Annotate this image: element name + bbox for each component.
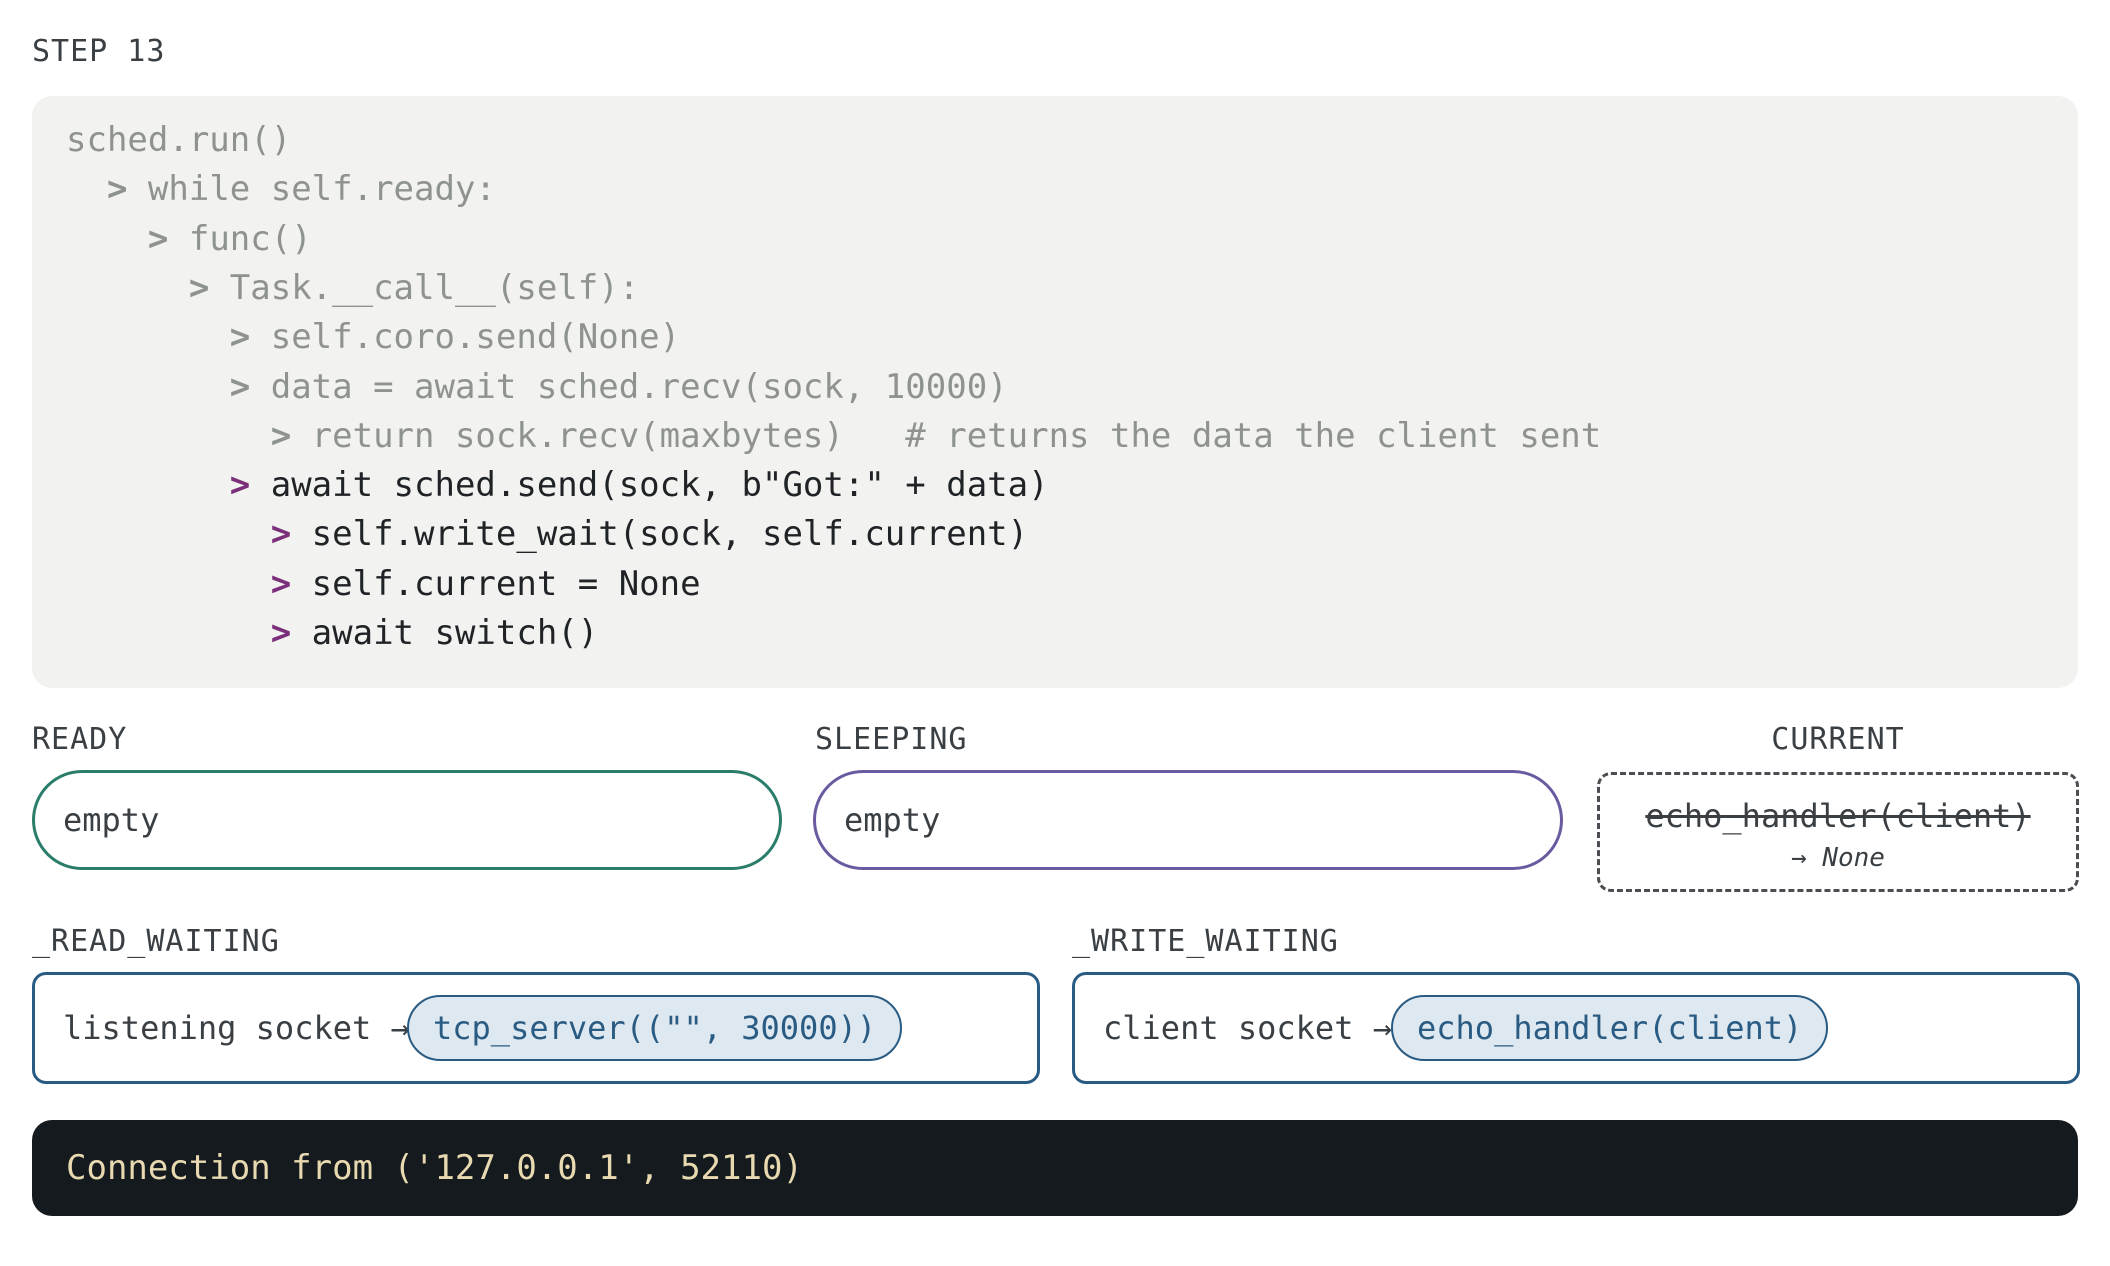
- call-arrow-icon: >: [270, 613, 312, 653]
- code-text: data = await sched.recv(sock, 10000): [270, 366, 1008, 407]
- sleeping-label: SLEEPING: [815, 722, 968, 757]
- call-arrow-icon: >: [270, 563, 312, 604]
- call-arrow-icon: >: [106, 169, 148, 210]
- call-arrow-icon: >: [229, 317, 271, 358]
- code-text: self.write_wait(sock, self.current): [311, 514, 1029, 555]
- current-task-note: → None: [1791, 843, 1885, 873]
- terminal-output: Connection from ('127.0.0.1', 52110): [32, 1120, 2078, 1216]
- terminal-output-text: Connection from ('127.0.0.1', 52110): [66, 1148, 803, 1188]
- write-waiting-label: _WRITE_WAITING: [1072, 924, 1339, 959]
- code-text: self.coro.send(None): [270, 317, 681, 358]
- code-line: > self.write_wait(sock, self.current): [66, 514, 1028, 554]
- read-waiting-key: listening socket →: [63, 1009, 410, 1047]
- code-line: > self.current = None: [66, 564, 701, 604]
- call-arrow-icon: >: [270, 514, 312, 555]
- call-arrow-icon: >: [229, 465, 271, 506]
- code-line: > func(): [66, 219, 312, 259]
- code-text: Task.__call__(self):: [229, 267, 640, 308]
- code-text: await switch(): [311, 613, 599, 653]
- current-task-box: echo_handler(client) → None: [1597, 772, 2079, 892]
- code-text: self.current = None: [311, 563, 701, 604]
- read-waiting-box: listening socket → tcp_server(("", 30000…: [32, 972, 1040, 1084]
- write-waiting-key: client socket →: [1103, 1009, 1392, 1047]
- write-waiting-box: client socket → echo_handler(client): [1072, 972, 2080, 1084]
- code-line: > Task.__call__(self):: [66, 268, 639, 308]
- code-text: sched.run(): [66, 120, 292, 160]
- step-label: STEP 13: [32, 34, 166, 69]
- code-line: > data = await sched.recv(sock, 10000): [66, 367, 1008, 407]
- code-line: > while self.ready:: [66, 169, 496, 209]
- sleeping-queue-value: empty: [844, 801, 941, 839]
- code-text: return sock.recv(maxbytes) # returns the…: [311, 415, 1602, 456]
- code-line: sched.run(): [66, 120, 291, 160]
- code-panel: sched.run() > while self.ready: > func()…: [32, 96, 2078, 688]
- code-text: while self.ready:: [147, 169, 496, 210]
- call-arrow-icon: >: [229, 366, 271, 407]
- call-arrow-icon: >: [188, 267, 230, 308]
- ready-label: READY: [32, 722, 128, 757]
- call-arrow-icon: >: [270, 415, 312, 456]
- read-waiting-label: _READ_WAITING: [32, 924, 280, 959]
- code-line: > return sock.recv(maxbytes) # returns t…: [66, 415, 1602, 456]
- current-label: CURRENT: [1771, 722, 1905, 757]
- sleeping-queue: empty: [813, 770, 1563, 870]
- code-text: await sched.send(sock, b"Got:" + data): [270, 465, 1049, 506]
- code-line: > await switch(): [66, 613, 599, 653]
- code-line: > self.coro.send(None): [66, 317, 680, 357]
- ready-queue: empty: [32, 770, 782, 870]
- code-line: > await sched.send(sock, b"Got:" + data): [66, 465, 1049, 505]
- call-arrow-icon: >: [147, 218, 189, 259]
- write-waiting-task-chip: echo_handler(client): [1391, 995, 1829, 1061]
- ready-queue-value: empty: [63, 801, 160, 839]
- read-waiting-task-chip: tcp_server(("", 30000)): [407, 995, 903, 1061]
- current-task-name: echo_handler(client): [1645, 797, 2031, 835]
- code-text: func(): [188, 218, 312, 259]
